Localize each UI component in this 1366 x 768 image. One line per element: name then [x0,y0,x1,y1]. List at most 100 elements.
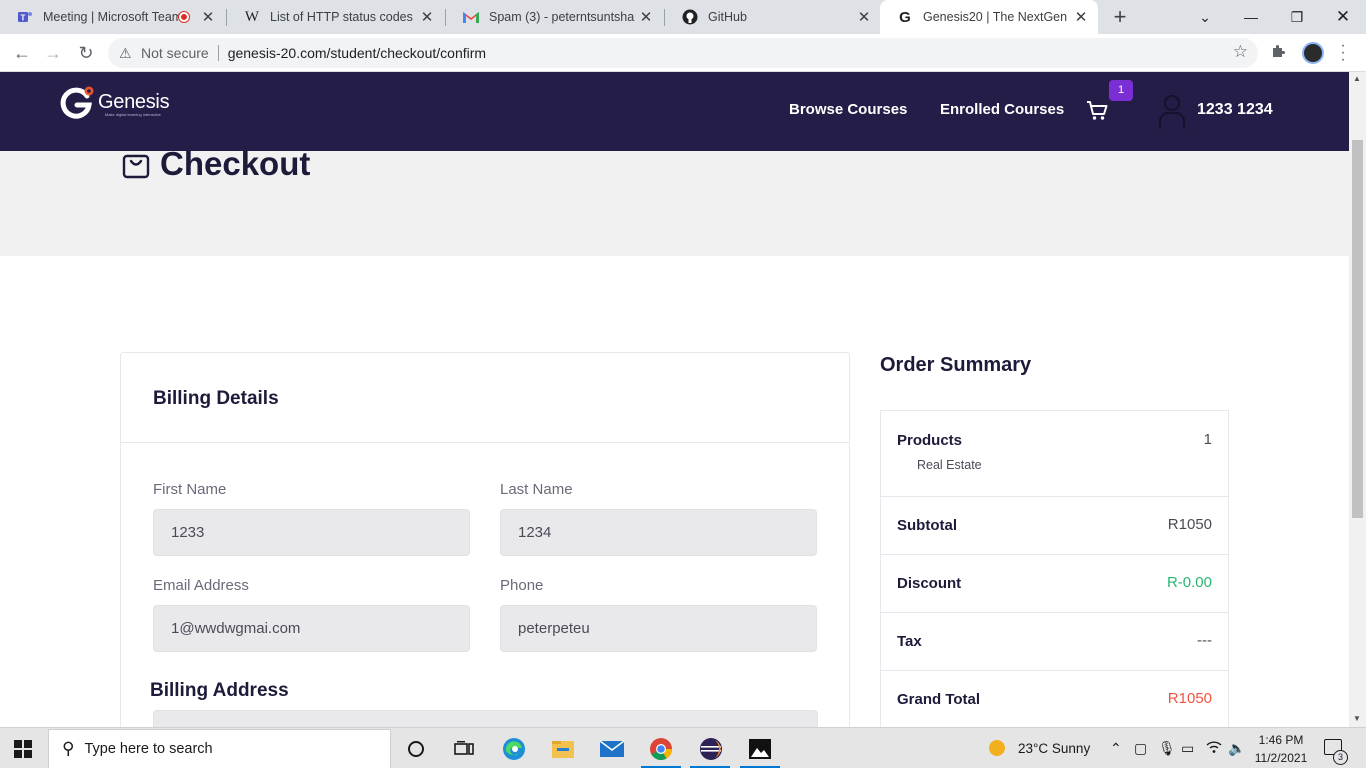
clock-date: 11/2/2021 [1254,751,1308,765]
system-clock[interactable]: 1:46 PM 11/2/2021 [1253,731,1309,767]
profile-avatar[interactable] [1302,42,1324,64]
svg-text:T: T [21,14,26,23]
email-field[interactable]: 1@wwdwgmai.com [153,605,470,652]
photos-app-icon[interactable] [747,736,773,762]
volume-icon[interactable]: 🔈 [1228,740,1245,757]
tab-search-chevron-icon[interactable]: ⌄ [1182,0,1228,34]
back-arrow-icon[interactable]: ← [9,40,35,66]
tab-github[interactable]: GitHub ✕ [665,0,881,34]
battery-icon[interactable]: ▭ [1181,740,1194,757]
warning-triangle-icon[interactable]: ⚠ [119,45,135,62]
last-name-label: Last Name [500,481,573,498]
edge-browser-icon[interactable] [501,736,527,762]
show-hidden-icons-chevron-icon[interactable]: ⌃ [1110,740,1122,757]
mail-icon[interactable] [599,736,625,762]
email-label: Email Address [153,577,249,594]
browser-toolbar: ← → ↻ ⚠ Not secure genesis-20.com/studen… [0,34,1366,72]
meet-now-icon[interactable]: ▢ [1134,740,1147,757]
first-name-label: First Name [153,481,227,498]
eclipse-ide-icon[interactable] [698,736,724,762]
forward-arrow-icon[interactable]: → [40,40,66,66]
browser-tab-strip: T Meeting | Microsoft Teams ✕ W List of … [0,0,1366,34]
cart-icon[interactable] [1086,99,1108,121]
summary-row-products: Products 1 Real Estate [881,411,1228,497]
subtotal-value: R1050 [1167,516,1212,533]
tax-value: --- [1197,632,1212,649]
security-label[interactable]: Not secure [141,45,209,61]
close-tab-icon[interactable]: ✕ [416,8,438,26]
cortana-circle-icon[interactable] [403,736,429,762]
minimize-window-button[interactable]: — [1228,0,1274,34]
summary-row-tax: Tax --- [881,613,1228,671]
checkout-title-band: Checkout [0,145,1349,256]
genesis-logo[interactable]: Genesis Make digital learning interactiv… [60,85,170,119]
billing-details-card: Billing Details First Name 1233 Last Nam… [120,352,850,727]
clock-time: 1:46 PM [1258,733,1304,747]
url-text[interactable]: genesis-20.com/student/checkout/confirm [228,45,486,61]
grand-total-label: Grand Total [897,691,981,708]
grand-total-value: R1050 [1167,690,1212,707]
weather-text[interactable]: 23°C Sunny [1018,741,1090,756]
last-name-field[interactable]: 1234 [500,509,817,556]
scroll-down-arrow-icon[interactable]: ▼ [1353,714,1361,723]
brand-name: Genesis [98,90,170,113]
restore-window-button[interactable]: ❐ [1274,0,1320,34]
phone-label: Phone [500,577,544,594]
phone-field[interactable]: peterpeteu [500,605,817,652]
subtotal-label: Subtotal [897,517,957,534]
wifi-icon[interactable] [1206,740,1222,757]
billing-address-field[interactable] [153,710,818,727]
weather-sun-icon[interactable] [988,739,1006,760]
genesis-g-logo-icon [60,86,94,119]
scroll-up-arrow-icon[interactable]: ▲ [1353,74,1361,83]
tab-wikipedia[interactable]: W List of HTTP status codes - Wikipedia … [227,0,444,34]
google-g-icon: G [899,8,911,26]
reload-icon[interactable]: ↻ [73,40,99,66]
browser-menu-icon[interactable]: · · · [1339,38,1347,68]
tab-title: GitHub [708,10,747,24]
extensions-puzzle-icon[interactable] [1270,43,1286,64]
taskbar-search-box[interactable]: ⚲ Type here to search [48,729,391,768]
web-page: Checkout Genesis Make digital learning i… [0,72,1349,727]
windows-start-icon[interactable] [14,740,32,758]
order-summary-card: Products 1 Real Estate Subtotal R1050 Di… [880,410,1229,727]
first-name-field[interactable]: 1233 [153,509,470,556]
billing-details-title: Billing Details [153,388,279,409]
bookmark-star-icon[interactable]: ☆ [1233,42,1248,62]
task-view-icon[interactable] [451,736,477,762]
search-placeholder: Type here to search [84,741,213,757]
products-label: Products [897,432,963,449]
tab-gmail[interactable]: Spam (3) - peterntsuntsha24@gmail.com ✕ [446,0,663,34]
close-tab-icon[interactable]: ✕ [1070,8,1092,26]
teams-icon: T [17,9,33,25]
close-window-button[interactable]: ✕ [1320,0,1366,34]
file-explorer-icon[interactable] [550,736,576,762]
new-tab-button[interactable]: + [1108,4,1132,30]
user-avatar-icon[interactable] [1158,94,1186,130]
brand-tagline: Make digital learning interactive [105,112,162,117]
microphone-icon[interactable]: 🎙 [1158,740,1176,757]
summary-row-grand-total: Grand Total R1050 [881,671,1228,727]
order-summary-title: Order Summary [880,354,1032,376]
scrollbar-thumb[interactable] [1352,140,1363,518]
address-bar[interactable]: ⚠ Not secure genesis-20.com/student/chec… [108,38,1258,68]
search-icon: ⚲ [62,739,75,758]
site-header: Genesis Make digital learning interactiv… [0,72,1349,151]
summary-row-discount: Discount R-0.00 [881,555,1228,613]
github-icon [682,9,698,25]
nav-enrolled-courses[interactable]: Enrolled Courses [940,101,1064,118]
chrome-icon[interactable] [648,736,674,762]
tab-genesis-active[interactable]: G Genesis20 | The NextGen interactive ✕ [880,0,1098,34]
close-tab-icon[interactable]: ✕ [635,8,657,26]
close-tab-icon[interactable]: ✕ [197,8,219,26]
close-tab-icon[interactable]: ✕ [853,8,875,26]
recording-indicator-icon [179,12,189,22]
billing-address-title: Billing Address [150,680,289,701]
tab-title: Genesis20 | The NextGen interactive [923,10,1070,24]
tax-label: Tax [897,633,922,650]
tab-teams[interactable]: T Meeting | Microsoft Teams ✕ [0,0,225,34]
user-name[interactable]: 1233 1234 [1197,101,1273,119]
summary-row-subtotal: Subtotal R1050 [881,497,1228,555]
page-scrollbar[interactable]: ▲ ▼ [1349,72,1366,727]
nav-browse-courses[interactable]: Browse Courses [789,101,907,118]
